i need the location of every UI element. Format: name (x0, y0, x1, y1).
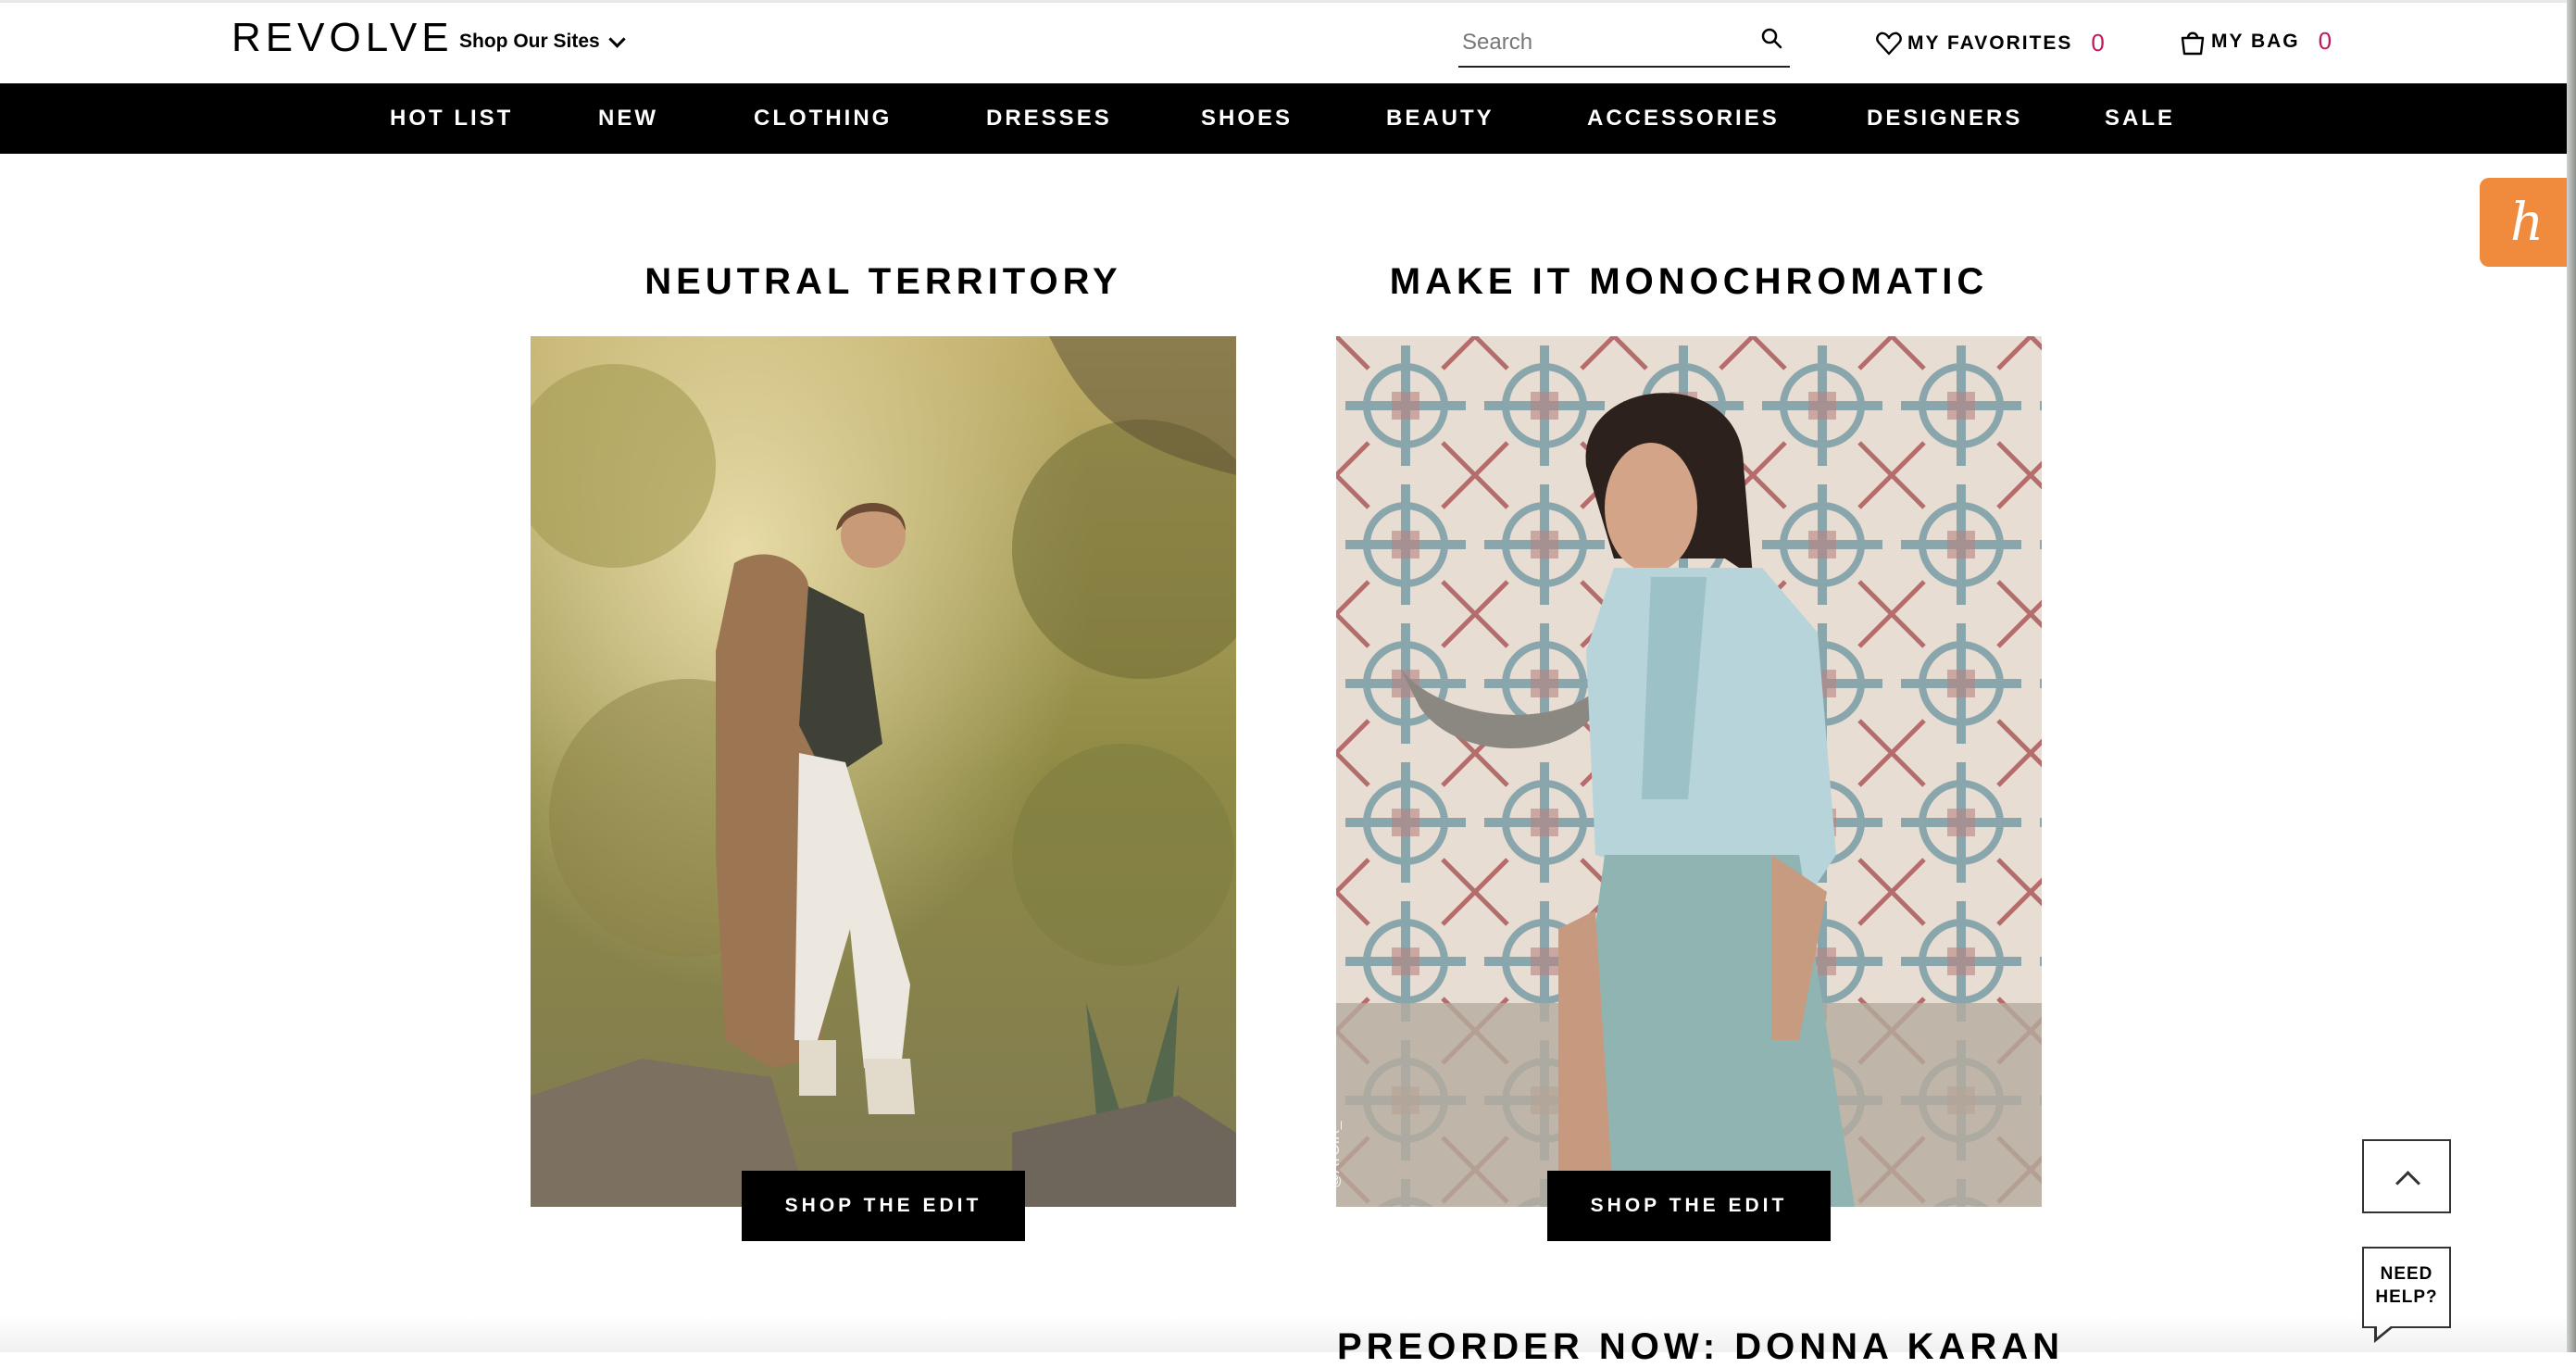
edit-title-make-it-monochromatic: MAKE IT MONOCHROMATIC (1389, 261, 1989, 302)
nav-item-designers[interactable]: DESIGNERS (1867, 83, 2022, 154)
nav-item-sale[interactable]: SALE (2105, 83, 2175, 154)
need-help-line-1: NEED (2380, 1264, 2433, 1284)
favorites-count: 0 (2091, 29, 2105, 56)
nav-item-shoes[interactable]: SHOES (1201, 83, 1293, 154)
window-edge (2567, 0, 2576, 1352)
shop-our-sites-label: Shop Our Sites (459, 31, 600, 52)
nav-item-new[interactable]: NEW (598, 83, 658, 154)
search-box (1458, 21, 1790, 68)
model-in-blue-suit-image (1336, 336, 2042, 1207)
make-it-monochromatic-photo[interactable]: @ATOIR_ (1336, 336, 2042, 1207)
nav-item-beauty[interactable]: BEAUTY (1386, 83, 1494, 154)
edit-title-neutral-territory: NEUTRAL TERRITORY (644, 261, 1122, 302)
chevron-down-icon (607, 30, 626, 48)
nav-item-clothing[interactable]: CLOTHING (754, 83, 892, 154)
page: REVOLVE Shop Our Sites MY FAVORITES 0 MY (0, 0, 2576, 1367)
my-bag-label: MY BAG (2211, 30, 2300, 52)
shop-the-edit-button-2[interactable]: SHOP THE EDIT (1547, 1171, 1831, 1241)
nav-item-dresses[interactable]: DRESSES (986, 83, 1112, 154)
nav-item-hot-list[interactable]: HOT LIST (390, 83, 513, 154)
next-section-title: PREORDER NOW: DONNA KARAN (1337, 1326, 2064, 1367)
top-header: REVOLVE Shop Our Sites MY FAVORITES 0 MY (0, 0, 2574, 86)
heart-icon (1876, 31, 1902, 55)
chevron-up-icon (2395, 1171, 2420, 1196)
revolve-logo[interactable]: REVOLVE (231, 16, 454, 60)
honey-extension-icon[interactable]: h (2480, 178, 2574, 267)
need-help-button[interactable]: NEED HELP? (2362, 1247, 2451, 1328)
my-favorites-link[interactable]: MY FAVORITES 0 (1876, 29, 2105, 57)
search-input[interactable] (1460, 29, 1742, 56)
photo-credit-watermark: @ATOIR_ (1336, 1121, 1343, 1188)
bottom-fade (0, 1315, 2574, 1352)
shop-our-sites-dropdown[interactable]: Shop Our Sites (459, 30, 626, 53)
back-to-top-button[interactable] (2362, 1139, 2451, 1213)
nav-item-accessories[interactable]: ACCESSORIES (1587, 83, 1780, 154)
shop-the-edit-button-1[interactable]: SHOP THE EDIT (742, 1171, 1025, 1241)
bag-count: 0 (2318, 27, 2332, 55)
search-icon[interactable] (1760, 27, 1782, 49)
speech-bubble-tail-inner (2377, 1325, 2392, 1337)
neutral-territory-photo[interactable] (531, 336, 1236, 1207)
my-bag-link[interactable]: MY BAG 0 (2180, 27, 2332, 56)
my-favorites-label: MY FAVORITES (1907, 31, 2073, 54)
need-help-line-2: HELP? (2375, 1287, 2438, 1307)
main-nav: HOT LIST NEW CLOTHING DRESSES SHOES BEAU… (0, 83, 2574, 154)
bag-icon (2181, 31, 2205, 55)
model-in-coat-image (531, 336, 1236, 1207)
